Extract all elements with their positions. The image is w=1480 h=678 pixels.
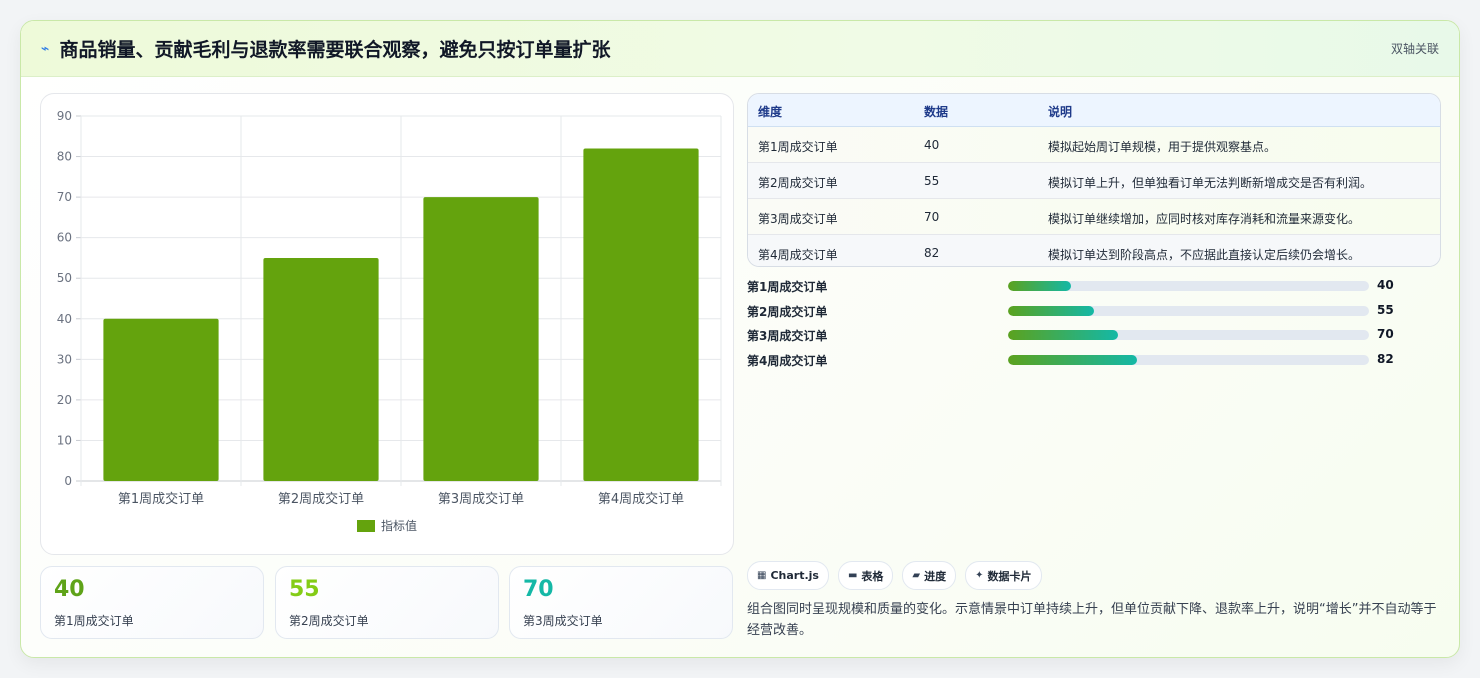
- chip-data-card[interactable]: ✦ 数据卡片: [965, 561, 1042, 590]
- progress-icon: ▰: [912, 570, 921, 581]
- chip-chartjs[interactable]: ▦ Chart.js: [747, 561, 829, 590]
- progress-row: 第1周成交订单 40: [747, 276, 1407, 296]
- table-cell: 第2周成交订单: [758, 176, 838, 190]
- progress-fill: [1008, 330, 1118, 340]
- page-title: 商品销量、贡献毛利与退款率需要联合观察，避免只按订单量扩张: [59, 39, 611, 61]
- progress-row: 第4周成交订单 82: [747, 350, 1407, 370]
- table-cell: 模拟订单继续增加，应同时核对库存消耗和流量来源变化。: [1048, 212, 1361, 226]
- y-tick-label: 80: [57, 150, 72, 164]
- chip-label: Chart.js: [770, 569, 819, 582]
- x-tick-label: 第2周成交订单: [278, 491, 364, 507]
- progress-value: 70: [1377, 327, 1394, 341]
- progress-track: [1008, 355, 1369, 365]
- progress-fill: [1008, 306, 1095, 316]
- progress-label: 第3周成交订单: [747, 329, 828, 343]
- dashboard-card: ⌁ 商品销量、贡献毛利与退款率需要联合观察，避免只按订单量扩张 双轴关联 0 10…: [20, 20, 1460, 658]
- x-tick-label: 第3周成交订单: [438, 491, 524, 507]
- table-row: 第2周成交订单 55 模拟订单上升，但单独看订单无法判断新增成交是否有利润。: [748, 163, 1440, 199]
- x-tick-label: 第4周成交订单: [598, 491, 684, 507]
- table-cell: 40: [924, 138, 940, 152]
- y-tick-label: 0: [64, 474, 72, 488]
- chip-table[interactable]: ▬ 表格: [837, 561, 894, 590]
- progress-label: 第4周成交订单: [747, 354, 828, 368]
- y-tick-label: 90: [57, 109, 72, 123]
- sparkle-icon: ✦: [975, 570, 984, 581]
- y-tick-label: 70: [57, 190, 72, 204]
- bar: [583, 148, 699, 481]
- table-cell: 第4周成交订单: [758, 248, 838, 262]
- data-table: 维度 数据 说明 第1周成交订单 40 模拟起始周订单规模，用于提供观察基点。 …: [747, 93, 1441, 267]
- y-tick-label: 60: [57, 231, 72, 245]
- stat-label: 第1周成交订单: [54, 614, 134, 628]
- progress-fill: [1008, 355, 1137, 365]
- progress-label: 第2周成交订单: [747, 305, 828, 319]
- table-header: 维度 数据 说明: [748, 94, 1440, 127]
- progress-value: 40: [1377, 278, 1394, 292]
- y-tick-label: 40: [57, 312, 72, 326]
- y-tick-label: 20: [57, 393, 72, 407]
- table-row: 第1周成交订单 40 模拟起始周订单规模，用于提供观察基点。: [748, 127, 1440, 163]
- stat-card: 40 第1周成交订单: [40, 566, 264, 639]
- x-tick-label: 第1周成交订单: [118, 491, 204, 507]
- chip-label: 进度: [924, 569, 947, 583]
- chart-icon: ▦: [757, 570, 767, 581]
- card-header: ⌁ 商品销量、贡献毛利与退款率需要联合观察，避免只按订单量扩张 双轴关联: [21, 21, 1459, 77]
- table-cell: 55: [924, 174, 940, 188]
- table-cell: 模拟订单上升，但单独看订单无法判断新增成交是否有利润。: [1048, 176, 1373, 190]
- stat-card: 70 第3周成交订单: [509, 566, 733, 639]
- table-icon: ▬: [847, 570, 858, 581]
- chip-progress[interactable]: ▰ 进度: [902, 561, 957, 590]
- stat-value: 40: [54, 577, 85, 602]
- chart-description: 组合图同时呈现规模和质量的变化。示意情景中订单持续上升，但单位贡献下降、退款率上…: [747, 602, 1437, 638]
- progress-row: 第2周成交订单 55: [747, 301, 1407, 321]
- progress-row: 第3周成交订单 70: [747, 325, 1407, 345]
- y-tick-label: 50: [57, 271, 72, 285]
- table-cell: 70: [924, 210, 940, 224]
- table-cell: 82: [924, 246, 940, 260]
- stat-value: 70: [523, 577, 554, 602]
- progress-value: 82: [1377, 352, 1394, 366]
- header-tag: 双轴关联: [1390, 42, 1439, 56]
- table-header-data: 数据: [924, 105, 949, 119]
- table-cell: 模拟起始周订单规模，用于提供观察基点。: [1048, 140, 1277, 154]
- progress-value: 55: [1377, 303, 1394, 317]
- bar: [103, 318, 219, 481]
- legend-label: 指标值: [381, 518, 417, 533]
- stat-card: 55 第2周成交订单: [275, 566, 499, 639]
- bar-chart: 0 10 20 30 40 50 60 70 80 90 第1周成交订单 第2周成交订单 第3周成交订单…: [40, 93, 734, 555]
- bar: [423, 197, 539, 481]
- y-tick-label: 10: [57, 433, 72, 447]
- stat-label: 第3周成交订单: [523, 614, 603, 628]
- progress-track: [1008, 306, 1369, 316]
- chip-label: 数据卡片: [987, 569, 1032, 583]
- bar: [263, 257, 379, 481]
- stat-value: 55: [289, 577, 320, 602]
- progress-label: 第1周成交订单: [747, 280, 828, 294]
- table-cell: 第1周成交订单: [758, 140, 838, 154]
- legend-swatch: [357, 520, 375, 532]
- table-cell: 模拟订单达到阶段高点，不应据此直接认定后续仍会增长。: [1048, 248, 1361, 262]
- chip-label: 表格: [861, 569, 884, 583]
- table-row: 第3周成交订单 70 模拟订单继续增加，应同时核对库存消耗和流量来源变化。: [748, 199, 1440, 235]
- progress-fill: [1008, 281, 1071, 291]
- progress-track: [1008, 330, 1369, 340]
- table-cell: 第3周成交订单: [758, 212, 838, 226]
- table-header-description: 说明: [1048, 105, 1073, 119]
- table-row: 第4周成交订单 82 模拟订单达到阶段高点，不应据此直接认定后续仍会增长。: [748, 235, 1440, 266]
- trend-icon: ⌁: [41, 40, 50, 57]
- table-header-dimension: 维度: [758, 105, 783, 119]
- progress-track: [1008, 281, 1369, 291]
- feature-chips: ▦ Chart.js ▬ 表格 ▰ 进度 ✦ 数据卡片: [747, 561, 1042, 590]
- y-tick-label: 30: [57, 352, 72, 366]
- stat-label: 第2周成交订单: [289, 614, 369, 628]
